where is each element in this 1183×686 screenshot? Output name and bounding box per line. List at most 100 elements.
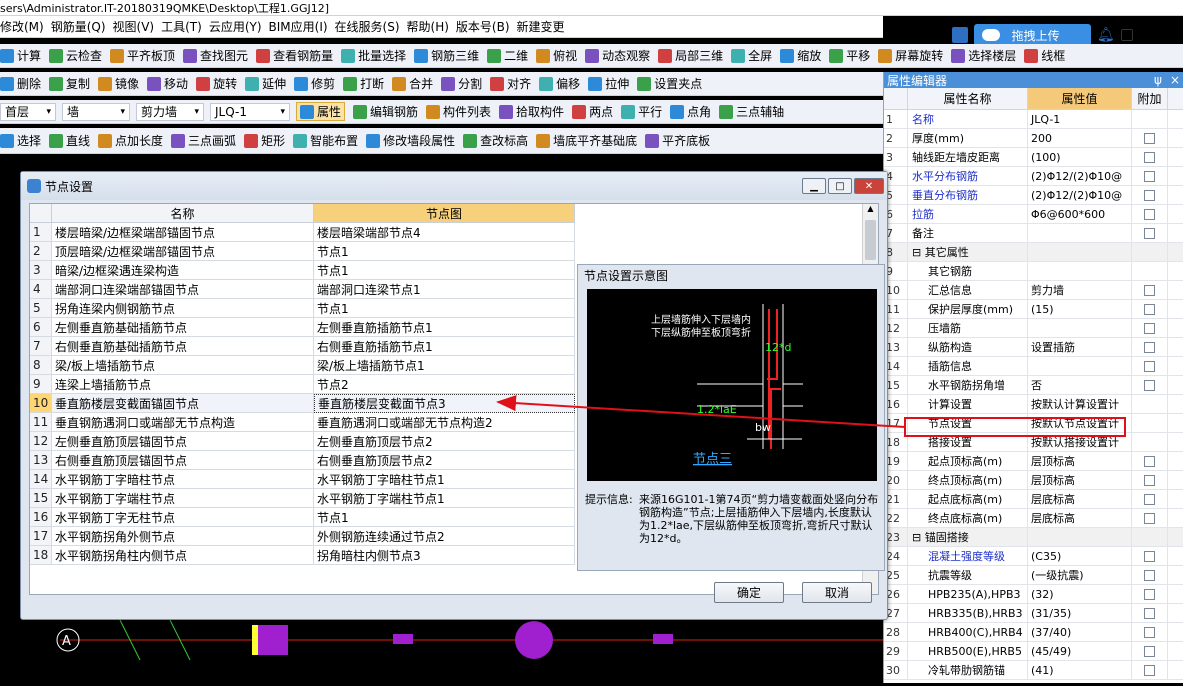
extra-checkbox[interactable] bbox=[1144, 303, 1155, 315]
toolbar-button[interactable]: 平齐板顶 bbox=[110, 47, 175, 64]
toolbar-button[interactable]: 移动 bbox=[147, 75, 188, 92]
extra-checkbox[interactable] bbox=[1144, 607, 1155, 619]
extra-checkbox[interactable] bbox=[1144, 360, 1155, 372]
dialog-close-icon[interactable]: ✕ bbox=[854, 178, 884, 194]
toolbar-button[interactable]: 云检查 bbox=[49, 47, 102, 64]
component-name-select[interactable]: JLQ-1 ▾ bbox=[210, 102, 290, 121]
property-value[interactable]: (一级抗震) bbox=[1028, 566, 1132, 584]
property-value[interactable]: 按默认节点设置计 bbox=[1028, 414, 1132, 432]
toolbar-button[interactable]: 二维 bbox=[487, 47, 528, 64]
property-row[interactable]: 6 拉筋 Φ6@600*600 bbox=[884, 205, 1183, 224]
component-button[interactable]: 拾取构件 bbox=[499, 102, 564, 121]
extra-checkbox[interactable] bbox=[1144, 379, 1155, 391]
node-value[interactable]: 垂直筋楼层变截面节点3 bbox=[314, 394, 575, 413]
toolbar-button[interactable]: 查看钢筋量 bbox=[256, 47, 333, 64]
property-row[interactable]: 3 轴线距左墙皮距离 (100) bbox=[884, 148, 1183, 167]
property-value[interactable]: 按默认搭接设置计 bbox=[1028, 433, 1132, 451]
menu-item[interactable]: 版本号(B) bbox=[456, 18, 517, 35]
property-row[interactable]: 15 水平钢筋拐角增否 bbox=[884, 376, 1183, 395]
extra-checkbox[interactable] bbox=[1144, 664, 1155, 676]
extra-checkbox[interactable] bbox=[1144, 626, 1155, 638]
extra-checkbox[interactable] bbox=[1144, 151, 1155, 163]
toolbar-button[interactable]: 线框 bbox=[1024, 47, 1065, 64]
toolbar-button[interactable]: 修剪 bbox=[294, 75, 335, 92]
toolbar-button[interactable]: 查找图元 bbox=[183, 47, 248, 64]
component-button[interactable]: 编辑钢筋 bbox=[353, 102, 418, 121]
close-icon[interactable]: × bbox=[1170, 73, 1180, 87]
property-row[interactable]: 23 ⊟ 锚固搭接 bbox=[884, 528, 1183, 547]
property-row[interactable]: 24 混凝土强度等级 (C35) bbox=[884, 547, 1183, 566]
component-button[interactable]: 平行 bbox=[621, 102, 662, 121]
toolbar-button[interactable]: 镜像 bbox=[98, 75, 139, 92]
toolbar-button[interactable]: 俯视 bbox=[536, 47, 577, 64]
toolbar-button[interactable]: 选择楼层 bbox=[951, 47, 1016, 64]
toolbar-button[interactable]: 局部三维 bbox=[658, 47, 723, 64]
component-button[interactable]: 点角 bbox=[670, 102, 711, 121]
property-value[interactable] bbox=[1028, 357, 1132, 375]
property-value[interactable] bbox=[1028, 528, 1132, 546]
property-value[interactable]: (2)Φ12/(2)Φ10@ bbox=[1028, 186, 1132, 204]
pin-icon[interactable]: ψ bbox=[1154, 73, 1162, 87]
property-row[interactable]: 20 终点顶标高(m) 层顶标高 bbox=[884, 471, 1183, 490]
node-row[interactable]: 1 楼层暗梁/边框梁端部锚固节点 楼层暗梁端部节点4 bbox=[30, 223, 878, 242]
cloud-upload-button[interactable]: 拖拽上传 bbox=[973, 24, 1091, 46]
property-value[interactable]: (45/49) bbox=[1028, 642, 1132, 660]
extra-checkbox[interactable] bbox=[1144, 189, 1155, 201]
toolbar-button[interactable]: 删除 bbox=[0, 75, 41, 92]
property-row[interactable]: 12 压墙筋 bbox=[884, 319, 1183, 338]
menu-item[interactable]: 新建变更 bbox=[517, 18, 572, 35]
toolbar-button[interactable]: 动态观察 bbox=[585, 47, 650, 64]
node-value[interactable]: 楼层暗梁端部节点4 bbox=[314, 223, 575, 242]
property-value[interactable]: 否 bbox=[1028, 376, 1132, 394]
ok-button[interactable]: 确定 bbox=[714, 582, 784, 603]
node-value[interactable]: 节点1 bbox=[314, 508, 575, 527]
toolbar-button[interactable]: 墙底平齐基础底 bbox=[536, 132, 637, 149]
toolbar-button[interactable]: 合并 bbox=[392, 75, 433, 92]
subtype-select[interactable]: 剪力墙 ▾ bbox=[136, 102, 204, 121]
property-row[interactable]: 25 抗震等级 (一级抗震) bbox=[884, 566, 1183, 585]
node-value[interactable]: 梁/板上墙插筋节点1 bbox=[314, 356, 575, 375]
toolbar-button[interactable]: 点加长度 bbox=[98, 132, 163, 149]
property-row[interactable]: 4 水平分布钢筋 (2)Φ12/(2)Φ10@ bbox=[884, 167, 1183, 186]
extra-checkbox[interactable] bbox=[1144, 588, 1155, 600]
node-value[interactable]: 端部洞口连梁节点1 bbox=[314, 280, 575, 299]
toolbar-button[interactable]: 拉伸 bbox=[588, 75, 629, 92]
extra-checkbox[interactable] bbox=[1144, 341, 1155, 353]
property-value[interactable]: (32) bbox=[1028, 585, 1132, 603]
property-row[interactable]: 21 起点底标高(m) 层底标高 bbox=[884, 490, 1183, 509]
toolbar-button[interactable]: 矩形 bbox=[244, 132, 285, 149]
property-row[interactable]: 7 备注 bbox=[884, 224, 1183, 243]
menu-item[interactable]: 钢筋量(Q) bbox=[51, 18, 113, 35]
property-value[interactable]: (37/40) bbox=[1028, 623, 1132, 641]
property-value[interactable]: 层底标高 bbox=[1028, 509, 1132, 527]
node-value[interactable]: 水平钢筋丁字端柱节点1 bbox=[314, 489, 575, 508]
toolbar-button[interactable]: 选择 bbox=[0, 132, 41, 149]
extra-checkbox[interactable] bbox=[1144, 512, 1155, 524]
toolbar-button[interactable]: 延伸 bbox=[245, 75, 286, 92]
toolbar-button[interactable]: 钢筋三维 bbox=[414, 47, 479, 64]
toolbar-button[interactable]: 分割 bbox=[441, 75, 482, 92]
property-value[interactable]: (31/35) bbox=[1028, 604, 1132, 622]
node-row[interactable]: 2 顶层暗梁/边框梁端部锚固节点 节点1 bbox=[30, 242, 878, 261]
property-row[interactable]: 2 厚度(mm) 200 bbox=[884, 129, 1183, 148]
property-row[interactable]: 14 插筋信息 bbox=[884, 357, 1183, 376]
toolbar-button[interactable]: 修改墙段属性 bbox=[366, 132, 455, 149]
node-value[interactable]: 节点1 bbox=[314, 299, 575, 318]
menu-item[interactable]: BIM应用(I) bbox=[269, 18, 335, 35]
property-value[interactable]: (41) bbox=[1028, 661, 1132, 679]
component-button[interactable]: 三点辅轴 bbox=[719, 102, 784, 121]
toolbar-button[interactable]: 设置夹点 bbox=[637, 75, 702, 92]
toolbar-button[interactable]: 全屏 bbox=[731, 47, 772, 64]
toolbar-button[interactable]: 偏移 bbox=[539, 75, 580, 92]
node-value[interactable]: 垂直筋遇洞口或端部无节点构造2 bbox=[314, 413, 575, 432]
toolbar-button[interactable]: 智能布置 bbox=[293, 132, 358, 149]
cancel-button[interactable]: 取消 bbox=[802, 582, 872, 603]
extra-checkbox[interactable] bbox=[1144, 493, 1155, 505]
component-button[interactable]: 属性 bbox=[296, 102, 346, 121]
extra-checkbox[interactable] bbox=[1144, 322, 1155, 334]
property-value[interactable]: 按默认计算设置计 bbox=[1028, 395, 1132, 413]
property-row[interactable]: 22 终点底标高(m) 层底标高 bbox=[884, 509, 1183, 528]
property-value[interactable]: (15) bbox=[1028, 300, 1132, 318]
toolbar-button[interactable]: 旋转 bbox=[196, 75, 237, 92]
property-value[interactable]: 剪力墙 bbox=[1028, 281, 1132, 299]
